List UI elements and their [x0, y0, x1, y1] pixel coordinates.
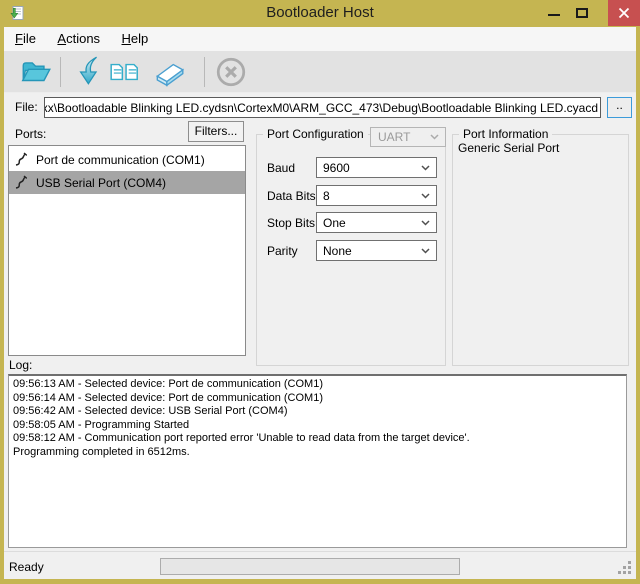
- ports-list[interactable]: Port de communication (COM1) USB Serial …: [8, 145, 246, 356]
- erase-button[interactable]: [152, 55, 186, 89]
- log-line: 09:58:12 AM - Communication port reporte…: [13, 432, 622, 446]
- port-name: Port de communication (COM1): [36, 153, 205, 167]
- resize-grip[interactable]: [628, 571, 631, 574]
- port-list-item-com1[interactable]: Port de communication (COM1): [9, 148, 245, 171]
- data-bits-select[interactable]: 8: [316, 185, 437, 206]
- port-configuration-title: Port Configuration: [263, 127, 368, 141]
- ports-label: Ports:: [15, 127, 46, 141]
- menu-item-help[interactable]: Help: [122, 27, 149, 46]
- toolbar-separator: [204, 57, 205, 87]
- file-path-input[interactable]: ader_41xx\Bootloadable Blinking LED.cyds…: [44, 97, 601, 118]
- stop-bits-label: Stop Bits: [267, 216, 315, 230]
- verify-documents-icon: [108, 55, 142, 89]
- minimize-button[interactable]: [543, 2, 565, 24]
- stop-bits-select[interactable]: One: [316, 212, 437, 233]
- baud-select[interactable]: 9600: [316, 157, 437, 178]
- port-information-group: Port Information Generic Serial Port: [452, 134, 629, 366]
- log-line: 09:56:14 AM - Selected device: Port de c…: [13, 392, 622, 406]
- toolbar-separator: [60, 57, 61, 87]
- toolbar: [4, 51, 636, 93]
- file-path-value: ader_41xx\Bootloadable Blinking LED.cyds…: [44, 101, 600, 115]
- serial-port-icon: [14, 175, 27, 190]
- bootloader-host-window: Bootloader Host File Actions Help: [0, 0, 640, 584]
- file-label: File:: [15, 100, 38, 114]
- close-icon: [618, 7, 630, 19]
- progress-bar: [160, 558, 460, 575]
- parity-select[interactable]: None: [316, 240, 437, 261]
- maximize-button[interactable]: [571, 2, 593, 24]
- parity-label: Parity: [267, 244, 298, 258]
- port-information-text: Generic Serial Port: [458, 141, 559, 155]
- chevron-down-icon: [430, 134, 439, 140]
- log-line: 09:56:13 AM - Selected device: Port de c…: [13, 378, 622, 392]
- open-folder-icon: [19, 55, 53, 89]
- port-list-item-com4[interactable]: USB Serial Port (COM4): [9, 171, 245, 194]
- chevron-down-icon: [421, 193, 430, 199]
- serial-port-icon: [14, 152, 27, 167]
- menubar: File Actions Help: [4, 27, 636, 51]
- log-line: Programming completed in 6512ms.: [13, 446, 622, 460]
- data-bits-label: Data Bits: [267, 189, 316, 203]
- port-configuration-group: Port Configuration Baud 9600 Data Bits 8…: [256, 134, 446, 366]
- protocol-select[interactable]: UART: [370, 127, 446, 147]
- log-line: 09:58:05 AM - Programming Started: [13, 419, 622, 433]
- program-button[interactable]: [70, 55, 104, 89]
- chevron-down-icon: [421, 165, 430, 171]
- chevron-down-icon: [421, 220, 430, 226]
- client-area: File Actions Help: [4, 27, 636, 579]
- menu-item-file[interactable]: File: [15, 27, 36, 46]
- erase-eraser-icon: [152, 55, 186, 89]
- log-output[interactable]: 09:56:13 AM - Selected device: Port de c…: [8, 374, 627, 548]
- status-text: Ready: [9, 560, 44, 574]
- close-button[interactable]: [608, 0, 640, 26]
- chevron-down-icon: [421, 248, 430, 254]
- titlebar: Bootloader Host: [0, 0, 640, 27]
- open-file-button[interactable]: [19, 55, 53, 89]
- log-line: 09:56:42 AM - Selected device: USB Seria…: [13, 405, 622, 419]
- port-name: USB Serial Port (COM4): [36, 176, 166, 190]
- abort-button[interactable]: [214, 55, 248, 89]
- verify-button[interactable]: [108, 55, 142, 89]
- port-information-title: Port Information: [459, 127, 552, 141]
- statusbar: Ready: [4, 551, 636, 579]
- browse-button[interactable]: ..: [607, 97, 632, 118]
- filters-button[interactable]: Filters...: [188, 121, 244, 142]
- log-label: Log:: [9, 358, 32, 372]
- baud-label: Baud: [267, 161, 295, 175]
- program-arrow-icon: [70, 55, 104, 89]
- abort-stop-icon: [214, 55, 248, 89]
- menu-item-actions[interactable]: Actions: [57, 27, 100, 46]
